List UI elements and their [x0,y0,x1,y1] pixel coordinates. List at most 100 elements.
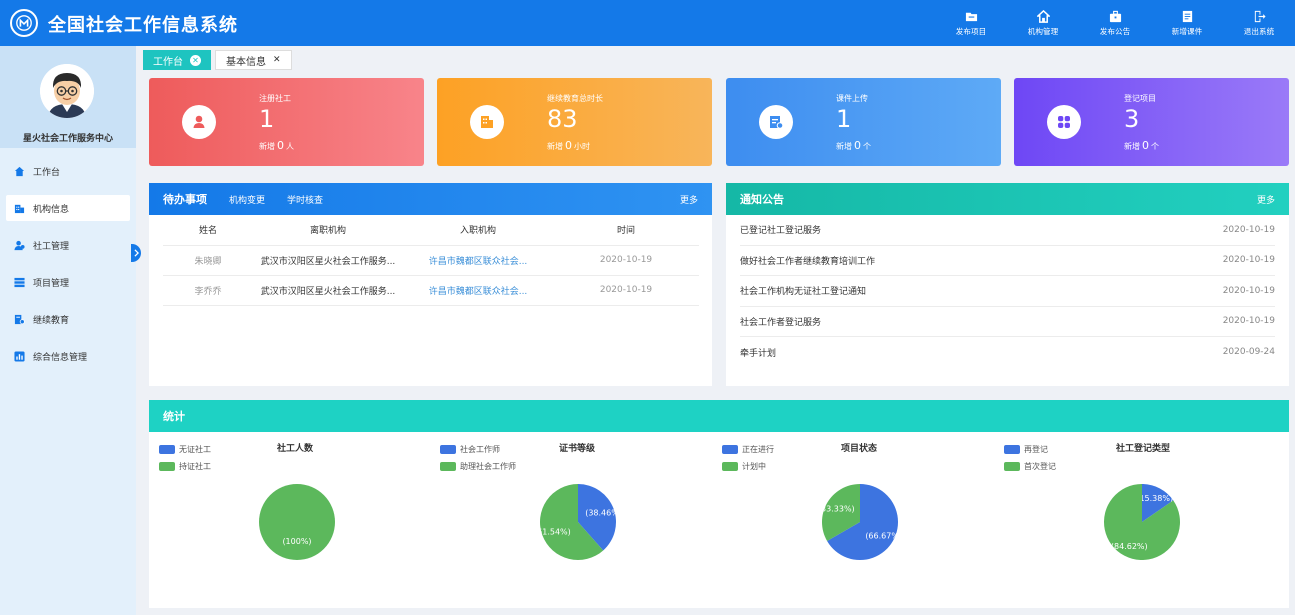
pie-slice[interactable] [259,484,335,560]
stat-card-registered-projects[interactable]: 登记项目 3 新增 0 个 [1014,78,1289,166]
stat-card-courseware[interactable]: 课件上传 1 新增 0 个 [726,78,1001,166]
users-icon [14,240,25,251]
pie-chart: (66.67%) (33.33%) [818,484,902,560]
sidebar-item-education[interactable]: 继续教育 [6,306,130,332]
stat-value: 3 [1124,105,1140,133]
cell-time: 2020-10-19 [553,275,699,306]
pie-slice-label: (66.67%) [865,532,902,541]
table-row[interactable]: 朱晓卿 武汉市汉阳区星火社会工作服务... 许昌市魏都区联众社会... 2020… [163,245,699,276]
nav-org-manage[interactable]: 机构管理 [1007,0,1079,46]
building-icon [470,105,504,139]
nav-publish-notice[interactable]: 发布公告 [1079,0,1151,46]
stat-value: 1 [836,105,852,133]
todo-more-link[interactable]: 更多 [680,193,698,206]
legend-item[interactable]: 社会工作师 [440,442,516,456]
sidebar-item-project[interactable]: 项目管理 [6,269,130,295]
cell-time: 2020-10-19 [553,245,699,276]
legend-item[interactable]: 助理社会工作师 [440,459,516,473]
legend-label: 首次登记 [1024,461,1056,471]
notice-item-title: 社会工作者登记服务 [740,317,822,328]
stat-label: 继续教育总时长 [547,94,603,103]
legend-swatch [1004,444,1020,454]
chart-title: 证书等级 [559,444,596,454]
notice-item-title: 牵手计划 [740,348,777,359]
list-item[interactable]: 已登记社工登记服务 2020-10-19 [740,215,1275,246]
list-item[interactable]: 社会工作机构无证社工登记通知 2020-10-19 [740,276,1275,307]
pie-slice-label: (61.54%) [534,528,571,537]
folder-icon [965,12,977,21]
courseware-icon [759,105,793,139]
notice-more-link[interactable]: 更多 [1257,193,1275,206]
list-icon [14,277,25,288]
tab-label: 工作台 [153,56,183,68]
close-icon[interactable]: ✕ [273,55,281,65]
tab-workbench[interactable]: 工作台 ✕ [143,50,211,70]
notice-item-title: 做好社会工作者继续教育培训工作 [740,256,876,267]
pie-chart: (15.38%)(84.62%) [1104,484,1180,560]
legend-swatch [440,461,456,471]
legend-item[interactable]: 再登记 [1004,442,1056,456]
statistics-title: 统计 [163,410,185,423]
cell-join-org[interactable]: 许昌市魏都区联众社会... [403,245,553,276]
notice-title: 通知公告 [740,193,784,206]
sidebar-item-workbench[interactable]: 工作台 [6,158,130,184]
list-item[interactable]: 做好社会工作者继续教育培训工作 2020-10-19 [740,246,1275,276]
pie-slice-label: (84.62%) [1111,542,1148,551]
org-name: 星火社会工作服务中心 [22,134,113,144]
legend-item[interactable]: 无证社工 [159,442,211,456]
notice-item-date: 2020-10-19 [1222,285,1275,296]
notice-list: 已登记社工登记服务 2020-10-19 做好社会工作者继续教育培训工作 2020-… [740,215,1275,368]
legend-label: 正在进行 [742,444,774,454]
avatar[interactable] [40,64,94,118]
pie-chart: (0%)(100%) [259,484,335,560]
sidebar: 星火社会工作服务中心 工作台 机构信息 社工管理 项目管理 继续教育 综合信息管… [0,46,136,615]
sidebar-item-label: 项目管理 [33,278,70,289]
sidebar-collapse-button[interactable] [131,244,141,262]
nav-logout[interactable]: 退出系统 [1223,0,1295,46]
sidebar-item-info-manage[interactable]: 综合信息管理 [6,343,130,369]
sidebar-menu: 工作台 机构信息 社工管理 项目管理 继续教育 综合信息管理 [6,158,130,380]
nav-label: 机构管理 [1027,26,1059,36]
notice-item-title: 社会工作机构无证社工登记通知 [740,287,867,298]
list-item[interactable]: 牵手计划 2020-09-24 [740,337,1275,368]
stat-value: 83 [547,105,578,133]
todo-table: 姓名 离职机构 入职机构 时间 朱晓卿 武汉市汉阳区星火社会工作服务... 许昌… [163,215,699,306]
legend-label: 计划中 [742,461,766,471]
todo-title[interactable]: 待办事项 [163,191,207,207]
cell-join-org[interactable]: 许昌市魏都区联众社会... [403,275,553,306]
nav-publish-project[interactable]: 发布项目 [935,0,1007,46]
table-header-row: 姓名 离职机构 入职机构 时间 [163,215,699,246]
nav-add-courseware[interactable]: 新增课件 [1151,0,1223,46]
chart-cert-level: 社会工作师 助理社会工作师 证书等级 (38.46%) (61.54%) [430,440,710,600]
sidebar-item-label: 工作台 [33,167,61,178]
notice-item-date: 2020-10-19 [1222,255,1275,266]
cell-name: 李乔乔 [163,275,253,306]
notice-panel-header: 通知公告 更多 [726,183,1289,215]
legend-item[interactable]: 计划中 [722,459,774,473]
notice-item-date: 2020-10-19 [1222,316,1275,327]
chevron-right-icon [133,249,139,257]
todo-tab-hours-check[interactable]: 学时核查 [287,193,323,206]
sidebar-item-label: 继续教育 [33,315,70,326]
chart-legend: 正在进行 计划中 [722,442,774,476]
app-header: 全国社会工作信息系统 发布项目 机构管理 发布公告 新增课件 退出系统 [0,0,1295,46]
top-nav: 发布项目 机构管理 发布公告 新增课件 退出系统 [935,0,1295,46]
stat-card-registered-workers[interactable]: 注册社工 1 新增 0 人 [149,78,424,166]
tab-basic-info[interactable]: 基本信息 ✕ [215,50,292,70]
legend-label: 无证社工 [179,444,211,454]
close-icon[interactable]: ✕ [190,54,201,66]
logo-icon [10,9,38,37]
notice-item-date: 2020-09-24 [1222,347,1275,358]
todo-panel: 待办事项 机构变更 学时核查 更多 姓名 离职机构 入职机构 时间 朱晓卿 武汉… [149,183,712,386]
legend-swatch [722,461,738,471]
stat-card-education-hours[interactable]: 继续教育总时长 83 新增 0 小时 [437,78,712,166]
table-row[interactable]: 李乔乔 武汉市汉阳区星火社会工作服务... 许昌市魏都区联众社会... 2020… [163,275,699,306]
legend-item[interactable]: 持证社工 [159,459,211,473]
legend-item[interactable]: 首次登记 [1004,459,1056,473]
sidebar-item-org-info[interactable]: 机构信息 [6,195,130,221]
sidebar-item-social-worker[interactable]: 社工管理 [6,232,130,258]
chart-title: 项目状态 [841,444,878,454]
list-item[interactable]: 社会工作者登记服务 2020-10-19 [740,307,1275,337]
todo-tab-org-change[interactable]: 机构变更 [229,193,265,206]
legend-item[interactable]: 正在进行 [722,442,774,456]
